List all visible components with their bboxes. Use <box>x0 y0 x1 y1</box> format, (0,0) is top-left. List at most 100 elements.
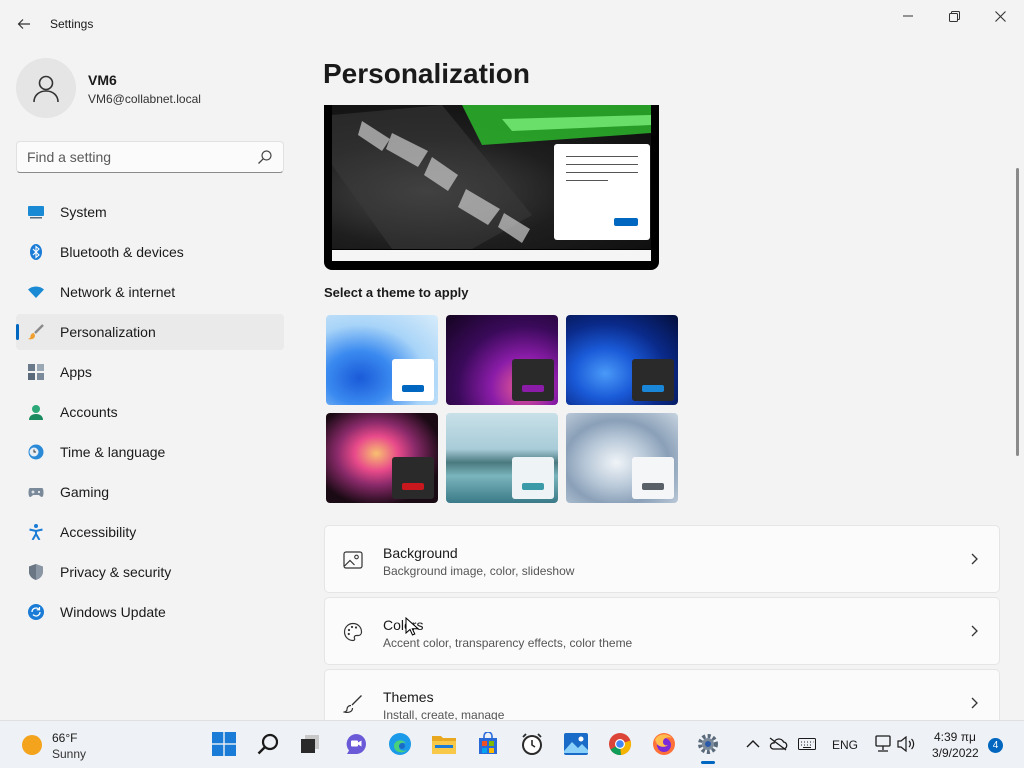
weather-temp: 66°F <box>52 731 78 745</box>
clock-app-icon <box>522 733 542 755</box>
sidebar-item-label: Privacy & security <box>60 564 172 580</box>
themes-section-label: Select a theme to apply <box>324 285 469 300</box>
preview-taskbar <box>332 250 651 261</box>
settings-icon <box>698 734 718 754</box>
onedrive-tray-button[interactable] <box>766 730 790 758</box>
photos-button[interactable] <box>562 730 590 758</box>
task-view-icon <box>301 735 319 753</box>
search-box[interactable] <box>16 141 284 173</box>
store-button[interactable] <box>474 730 502 758</box>
update-icon <box>28 604 44 620</box>
network-icon <box>875 735 891 752</box>
sidebar-item-personalization[interactable]: Personalization <box>16 314 284 350</box>
search-input[interactable] <box>17 142 253 172</box>
wifi-icon <box>28 286 44 298</box>
clock-app-button[interactable] <box>518 730 546 758</box>
sidebar-item-windows-update[interactable]: Windows Update <box>16 594 284 630</box>
chat-button[interactable] <box>342 730 370 758</box>
sidebar-item-system[interactable]: System <box>16 194 284 230</box>
scrollbar-thumb[interactable] <box>1016 168 1019 456</box>
volume-tray-button[interactable] <box>895 730 919 758</box>
theme-glow[interactable] <box>446 315 558 405</box>
touch-keyboard-button[interactable] <box>795 730 819 758</box>
sidebar-item-privacy[interactable]: Privacy & security <box>16 554 284 590</box>
input-language-indicator[interactable]: ENG <box>832 738 858 752</box>
restore-icon <box>948 10 960 22</box>
preview-wallpaper <box>332 105 651 249</box>
theme-flow[interactable] <box>566 413 678 503</box>
card-subtitle: Background image, color, slideshow <box>383 564 575 578</box>
chrome-icon <box>609 733 632 756</box>
sidebar-item-gaming[interactable]: Gaming <box>16 474 284 510</box>
theme-sunrise-lake[interactable] <box>446 413 558 503</box>
edge-icon <box>389 733 411 755</box>
start-button[interactable] <box>210 730 238 758</box>
sidebar-item-label: Apps <box>60 364 92 380</box>
show-hidden-icons-button[interactable] <box>741 730 765 758</box>
photos-icon <box>564 733 588 755</box>
theme-windows-dark[interactable] <box>566 315 678 405</box>
close-icon <box>994 10 1006 22</box>
task-view-button[interactable] <box>296 730 324 758</box>
sidebar-item-label: Windows Update <box>60 604 166 620</box>
minimize-button[interactable] <box>886 4 930 28</box>
sidebar-item-label: Gaming <box>60 484 110 500</box>
themes-card[interactable]: Themes Install, create, manage <box>324 669 1000 722</box>
colors-card[interactable]: Colors Accent color, transparency effect… <box>324 597 1000 665</box>
search-icon <box>257 733 279 755</box>
chrome-button[interactable] <box>606 730 634 758</box>
back-button[interactable] <box>12 12 36 36</box>
cloud-off-icon <box>769 737 788 751</box>
chat-icon <box>346 734 366 754</box>
title-bar: Settings <box>0 0 1024 48</box>
firefox-button[interactable] <box>650 730 678 758</box>
sidebar-item-label: Bluetooth & devices <box>60 244 184 260</box>
image-icon <box>343 551 363 569</box>
sidebar-item-network[interactable]: Network & internet <box>16 274 284 310</box>
chevron-up-icon <box>746 740 760 748</box>
avatar <box>16 58 76 118</box>
firefox-icon <box>653 733 675 755</box>
network-tray-button[interactable] <box>871 730 895 758</box>
theme-windows-light[interactable] <box>326 315 438 405</box>
weather-widget[interactable]: 66°F Sunny <box>22 731 122 761</box>
brush-icon <box>28 324 44 340</box>
sidebar-nav: System Bluetooth & devices Network & int… <box>16 194 284 634</box>
edge-button[interactable] <box>386 730 414 758</box>
sidebar-item-time-language[interactable]: Time & language <box>16 434 284 470</box>
start-icon <box>212 732 236 756</box>
sun-icon <box>22 735 42 755</box>
settings-taskbar-button[interactable] <box>694 730 722 758</box>
sidebar-item-apps[interactable]: Apps <box>16 354 284 390</box>
sidebar-item-label: Network & internet <box>60 284 176 300</box>
preview-sample-window <box>554 144 650 240</box>
close-button[interactable] <box>978 4 1022 28</box>
card-subtitle: Accent color, transparency effects, colo… <box>383 636 633 650</box>
file-explorer-button[interactable] <box>430 730 458 758</box>
background-card[interactable]: Background Background image, color, slid… <box>324 525 1000 593</box>
brush-icon <box>343 695 362 713</box>
sidebar-item-label: Accessibility <box>60 524 137 540</box>
active-app-indicator <box>701 761 715 764</box>
taskbar-search-button[interactable] <box>254 730 282 758</box>
sidebar-item-label: System <box>60 204 107 220</box>
accessibility-icon <box>29 524 43 540</box>
chevron-right-icon <box>971 625 978 637</box>
taskbar: 66°F Sunny ENG 4:39 πμ 3/9/2022 4 <box>0 720 1024 768</box>
theme-captured-motion[interactable] <box>326 413 438 503</box>
sidebar-item-bluetooth[interactable]: Bluetooth & devices <box>16 234 284 270</box>
taskbar-clock-date[interactable]: 3/9/2022 <box>932 746 979 760</box>
user-profile[interactable]: VM6 VM6@collabnet.local <box>16 58 286 118</box>
person-icon <box>33 75 59 103</box>
card-title: Themes <box>383 689 434 705</box>
sidebar-item-accessibility[interactable]: Accessibility <box>16 514 284 550</box>
page-title: Personalization <box>323 58 530 89</box>
taskbar-clock-time[interactable]: 4:39 πμ <box>934 730 976 744</box>
sidebar-item-label: Accounts <box>60 404 118 420</box>
store-icon <box>479 732 497 754</box>
restore-button[interactable] <box>932 4 976 28</box>
notification-badge[interactable]: 4 <box>988 738 1003 753</box>
theme-preview <box>324 105 659 270</box>
sidebar-item-accounts[interactable]: Accounts <box>16 394 284 430</box>
user-email: VM6@collabnet.local <box>88 92 201 106</box>
